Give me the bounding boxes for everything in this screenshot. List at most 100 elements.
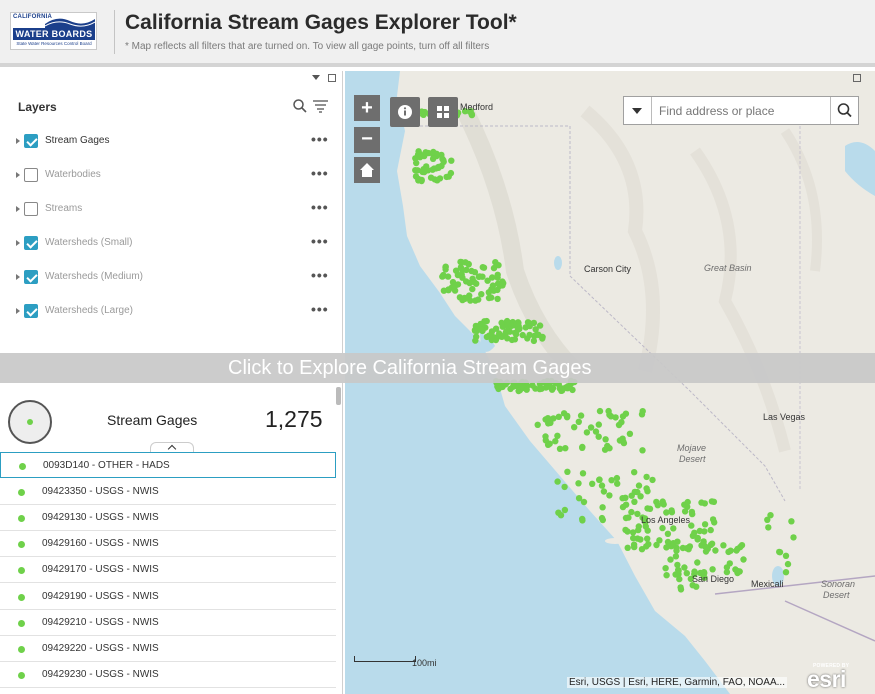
gage-point[interactable] <box>478 326 485 334</box>
list-item[interactable]: 09429160 - USGS - NWIS <box>0 531 336 557</box>
layer-row-stream-gages[interactable]: Stream Gages ••• <box>0 126 343 160</box>
list-item[interactable]: 09429230 - USGS - NWIS <box>0 662 336 688</box>
expand-caret-icon[interactable] <box>16 308 20 314</box>
gage-point[interactable] <box>782 569 790 576</box>
gage-point[interactable] <box>575 480 582 487</box>
gage-point[interactable] <box>416 150 423 158</box>
gage-point[interactable] <box>454 281 462 288</box>
gage-point[interactable] <box>615 421 623 429</box>
gage-point[interactable] <box>635 526 642 534</box>
gage-point[interactable] <box>440 271 447 279</box>
gage-point[interactable] <box>631 543 638 551</box>
gage-point[interactable] <box>622 410 630 417</box>
gage-point[interactable] <box>677 586 685 593</box>
panel-collapse-icon[interactable] <box>312 74 320 83</box>
layer-checkbox-waterbodies[interactable] <box>24 168 38 182</box>
address-search-input[interactable] <box>659 102 824 120</box>
gage-point[interactable] <box>693 583 700 590</box>
gage-point[interactable] <box>494 271 501 278</box>
gage-point[interactable] <box>535 331 542 338</box>
gage-point[interactable] <box>649 476 656 484</box>
esri-logo[interactable]: POWERED BY esri <box>805 663 855 692</box>
collapse-summary-chevron-icon[interactable] <box>150 442 194 452</box>
gage-point[interactable] <box>683 570 690 577</box>
gage-point[interactable] <box>452 267 460 274</box>
gage-point[interactable] <box>622 526 629 534</box>
gage-point[interactable] <box>598 482 606 489</box>
gage-point[interactable] <box>626 430 634 437</box>
gage-point[interactable] <box>589 480 596 487</box>
gage-point[interactable] <box>537 385 545 392</box>
more-options-icon[interactable]: ••• <box>311 302 329 316</box>
more-options-icon[interactable]: ••• <box>311 166 329 180</box>
gage-point[interactable] <box>630 534 637 542</box>
gage-point[interactable] <box>480 264 488 271</box>
gage-point[interactable] <box>701 528 708 535</box>
expand-caret-icon[interactable] <box>16 172 20 178</box>
gage-point[interactable] <box>554 478 561 485</box>
gage-point[interactable] <box>438 162 445 170</box>
gage-point[interactable] <box>614 480 621 487</box>
gage-point[interactable] <box>420 109 428 116</box>
gage-point[interactable] <box>606 492 613 499</box>
gage-point[interactable] <box>472 337 479 344</box>
zoom-out-button[interactable]: − <box>354 127 380 153</box>
gage-point[interactable] <box>564 468 571 475</box>
gage-point[interactable] <box>765 524 772 531</box>
expand-caret-icon[interactable] <box>16 274 20 280</box>
gage-point[interactable] <box>659 524 666 532</box>
gage-point[interactable] <box>634 488 641 496</box>
gage-point[interactable] <box>684 498 691 506</box>
gage-point[interactable] <box>596 476 603 483</box>
gage-point[interactable] <box>662 565 669 572</box>
gage-point[interactable] <box>788 518 795 525</box>
gage-point[interactable] <box>552 438 559 445</box>
gage-point[interactable] <box>616 437 624 444</box>
gage-point[interactable] <box>436 175 444 182</box>
gage-point[interactable] <box>701 521 709 528</box>
gage-point[interactable] <box>733 547 740 554</box>
address-search-button[interactable] <box>830 97 858 124</box>
gage-point[interactable] <box>628 492 635 499</box>
layer-row-watersheds-medium[interactable]: Watersheds (Medium) ••• <box>0 262 343 296</box>
gage-point[interactable] <box>595 421 602 428</box>
gage-point[interactable] <box>634 510 641 518</box>
gage-point[interactable] <box>415 175 422 183</box>
gage-point[interactable] <box>673 547 680 554</box>
gage-point[interactable] <box>619 495 626 502</box>
gage-point[interactable] <box>413 159 420 167</box>
gage-point[interactable] <box>698 499 705 506</box>
gage-point[interactable] <box>557 512 565 519</box>
gage-point[interactable] <box>445 286 452 293</box>
gage-point[interactable] <box>667 556 674 563</box>
gage-point[interactable] <box>725 548 732 556</box>
zoom-in-button[interactable]: + <box>354 95 380 121</box>
gage-point[interactable] <box>563 414 571 421</box>
gage-point[interactable] <box>670 525 677 532</box>
gage-point[interactable] <box>712 547 719 554</box>
map-attribution[interactable]: Esri, USGS | Esri, HERE, Garmin, FAO, NO… <box>567 677 787 688</box>
gage-point[interactable] <box>681 508 689 515</box>
gage-point[interactable] <box>676 575 683 583</box>
gage-point[interactable] <box>577 412 585 419</box>
gage-point[interactable] <box>639 447 646 454</box>
gage-point[interactable] <box>419 168 426 176</box>
layer-row-streams[interactable]: Streams ••• <box>0 194 343 228</box>
gage-point[interactable] <box>643 485 650 492</box>
layer-checkbox-stream-gages[interactable] <box>24 134 38 148</box>
gage-point[interactable] <box>631 469 638 476</box>
gage-point[interactable] <box>534 421 541 428</box>
gage-point[interactable] <box>579 470 587 477</box>
gage-point[interactable] <box>659 498 666 505</box>
gage-point[interactable] <box>624 544 631 551</box>
gage-point[interactable] <box>600 488 608 495</box>
water-boards-logo[interactable]: CALIFORNIA WATER BOARDS State Water Reso… <box>10 12 97 50</box>
gage-point[interactable] <box>694 559 701 566</box>
gage-point[interactable] <box>606 445 613 452</box>
gage-point[interactable] <box>575 495 583 502</box>
gage-point[interactable] <box>532 326 539 333</box>
layer-checkbox-watersheds-large[interactable] <box>24 304 38 318</box>
gage-point[interactable] <box>427 174 435 181</box>
search-source-dropdown[interactable] <box>624 97 652 124</box>
gage-point[interactable] <box>599 516 606 524</box>
